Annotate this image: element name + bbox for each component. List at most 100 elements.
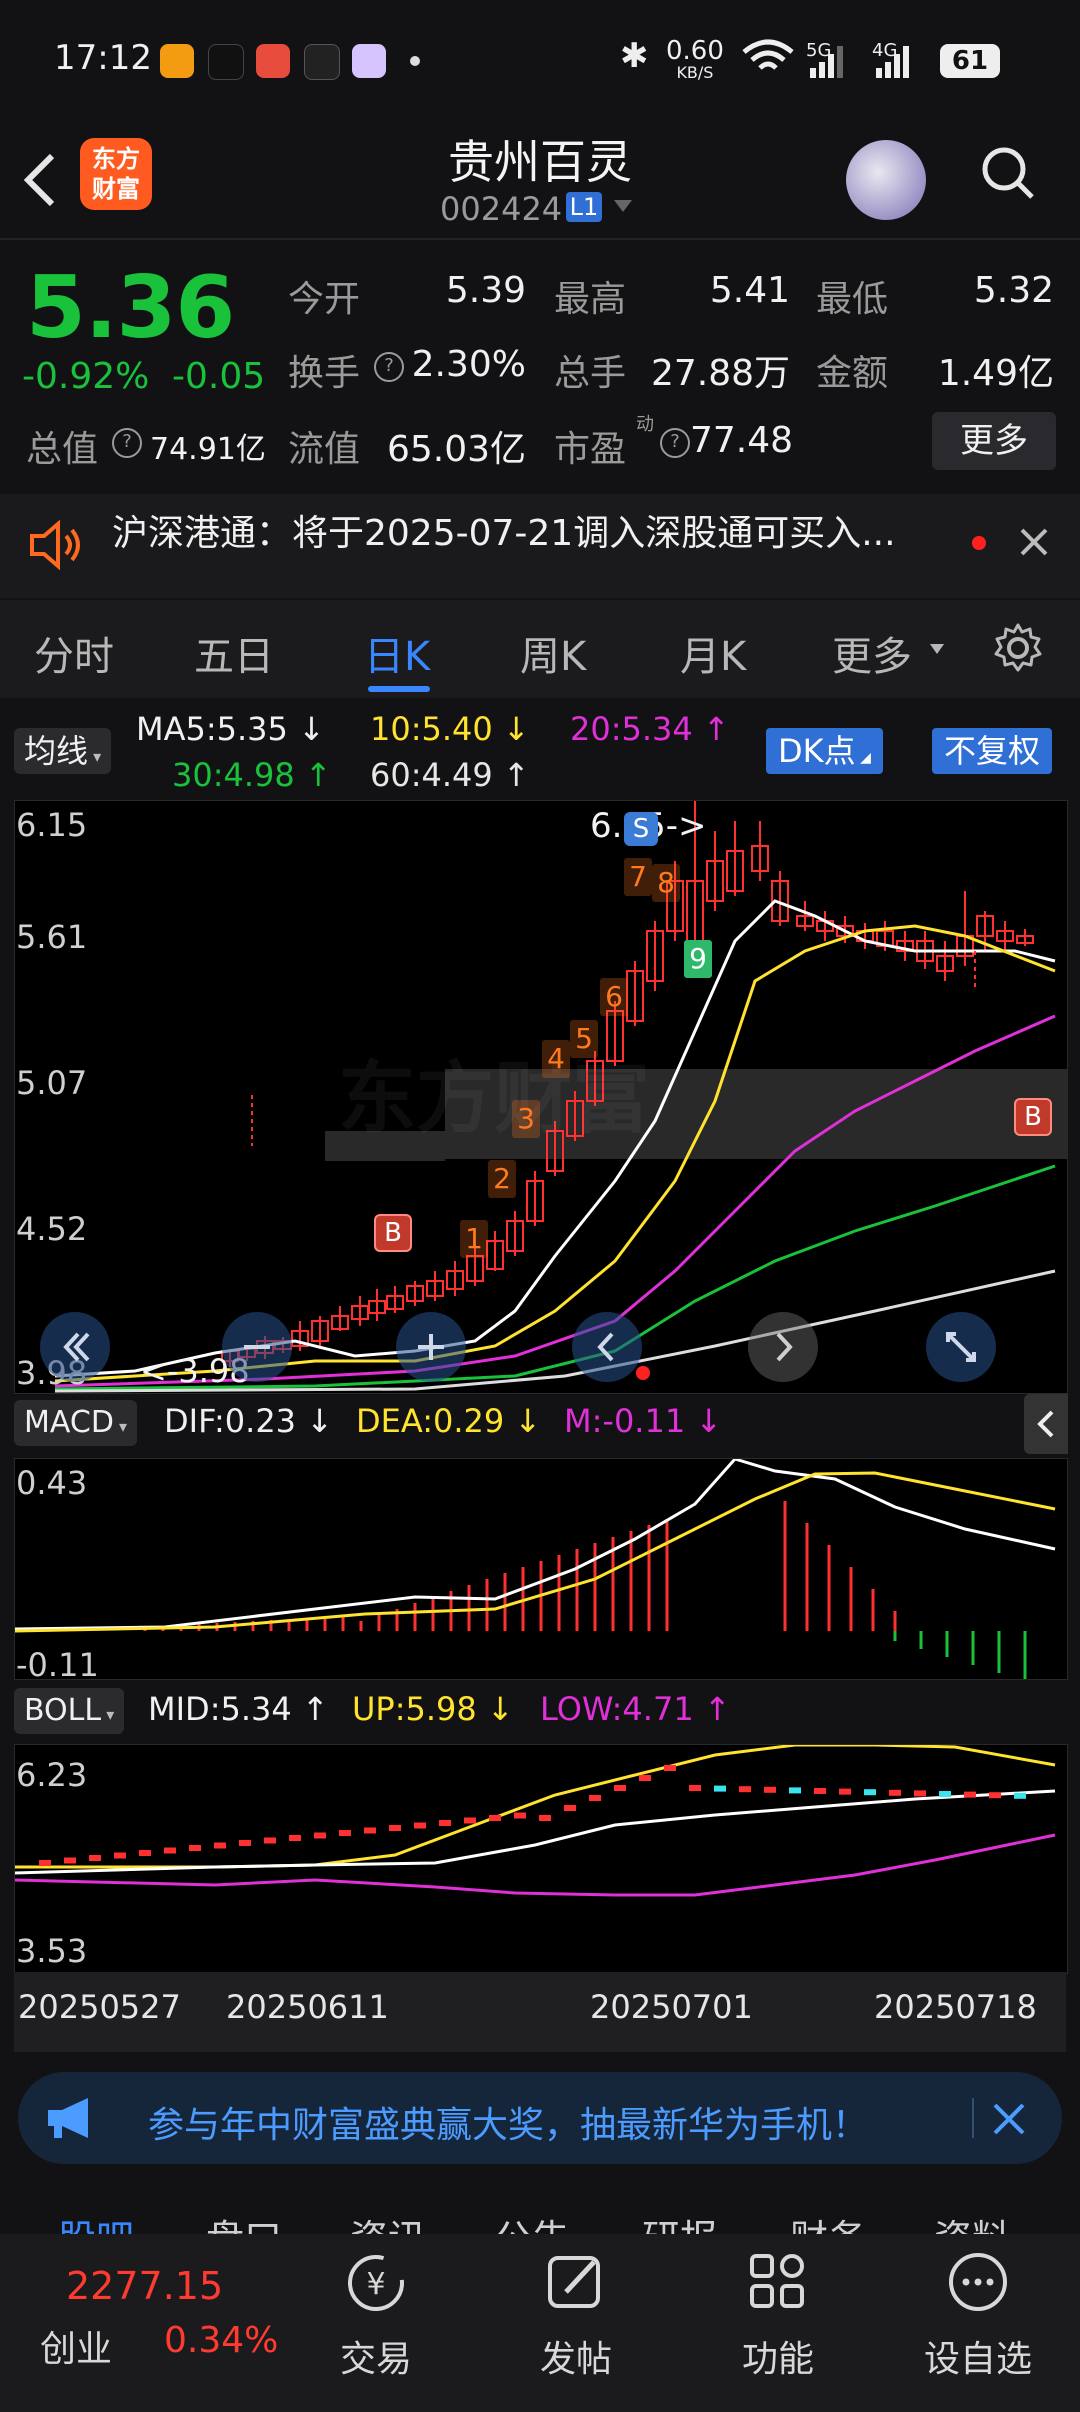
- dk-point-button[interactable]: DK点 ◢: [766, 728, 883, 774]
- index-change[interactable]: 0.34%: [164, 2320, 278, 2361]
- collapse-panel-button[interactable]: [1024, 1394, 1068, 1454]
- tab-weekly-k[interactable]: 周K: [520, 624, 586, 682]
- buy-badge[interactable]: B: [374, 1214, 412, 1252]
- gear-icon[interactable]: [992, 622, 1044, 674]
- boll-candle: [714, 1785, 726, 1792]
- ma60-legend: 60:4.49 ↑: [370, 756, 530, 794]
- boll-candle: [814, 1788, 826, 1794]
- pe-label: 市盈: [554, 429, 627, 470]
- svg-text:¥: ¥: [366, 2267, 385, 2302]
- date-label: 20250611: [226, 1988, 389, 2026]
- dot-icon: [410, 56, 420, 66]
- level-badge[interactable]: L1: [566, 192, 602, 222]
- boll-candle: [914, 1790, 926, 1797]
- edit-icon: [548, 2256, 600, 2308]
- zoom-out-button[interactable]: [222, 1312, 292, 1382]
- boll-candle: [889, 1789, 901, 1796]
- date-label: 20250527: [18, 1988, 181, 2026]
- macd-chart[interactable]: [14, 1457, 1068, 1681]
- nav-functions-label: 功能: [741, 2339, 814, 2380]
- watermark: 东方财富: [338, 1054, 651, 1144]
- divider: [972, 2098, 974, 2138]
- notice-text[interactable]: 沪深港通：将于2025-07-21调入深股通可买入...: [112, 504, 896, 556]
- subtab-announcements[interactable]: 公告: [494, 2208, 570, 2236]
- tab-daily-k[interactable]: 日K: [364, 624, 430, 682]
- signal-label: 7: [624, 858, 652, 896]
- app-icon: [304, 44, 340, 80]
- dk-button-label: DK点: [778, 732, 856, 770]
- ma30-legend: 30:4.98 ↑: [172, 756, 332, 794]
- macd-selector-label: MACD: [24, 1405, 114, 1440]
- dea-value: DEA:0.29: [356, 1402, 505, 1440]
- app-icon: [256, 44, 290, 78]
- nav-trade[interactable]: ¥ 交易: [306, 2250, 446, 2400]
- stock-code: 002424: [440, 190, 563, 228]
- macd-selector[interactable]: MACD ▾: [14, 1400, 138, 1446]
- scroll-left-fast-button[interactable]: [40, 1312, 110, 1382]
- expand-icon: [946, 1332, 976, 1362]
- signal-label: 8: [652, 864, 680, 902]
- boll-candle: [39, 1860, 51, 1866]
- float-label: 流值: [288, 429, 361, 470]
- macd-svg: [14, 1457, 1056, 1681]
- net-speed: 0.60 KB/S: [666, 36, 724, 82]
- buy-badge[interactable]: B: [1014, 1098, 1052, 1136]
- boll-candle: [1014, 1792, 1026, 1799]
- boll-candle: [489, 1815, 501, 1821]
- subtab-guba[interactable]: 股吧: [58, 2208, 134, 2236]
- tab-five-day[interactable]: 五日: [194, 624, 274, 682]
- subtab-research[interactable]: 研报: [642, 2208, 718, 2236]
- nav-post[interactable]: 发帖: [506, 2250, 646, 2400]
- tab-intraday[interactable]: 分时: [34, 624, 114, 682]
- assistant-avatar[interactable]: [846, 140, 926, 220]
- ma-selector[interactable]: 均线 ▾: [14, 728, 112, 774]
- double-chevron-left-icon: [63, 1332, 90, 1362]
- boll-y-top: 6.23: [16, 1756, 88, 1794]
- search-icon[interactable]: [980, 145, 1036, 201]
- ma5-legend: MA5:5.35 ↓: [136, 710, 325, 748]
- zoom-in-button[interactable]: [396, 1312, 466, 1382]
- scroll-right-button[interactable]: [748, 1312, 818, 1382]
- close-icon[interactable]: [992, 2102, 1026, 2136]
- subtab-profile[interactable]: 资料: [934, 2208, 1010, 2236]
- caret-down-icon[interactable]: [928, 642, 946, 656]
- high-value: 5.41: [709, 270, 790, 311]
- boll-candle: [339, 1830, 351, 1836]
- info-icon[interactable]: ?: [112, 428, 142, 458]
- fullscreen-button[interactable]: [926, 1312, 996, 1382]
- low-value: LOW:4.71: [540, 1690, 694, 1728]
- adjust-button[interactable]: 不复权: [932, 728, 1053, 774]
- boll-candle: [64, 1857, 76, 1864]
- boll-candle: [464, 1817, 476, 1824]
- signal-label: 6: [600, 978, 628, 1016]
- tab-monthly-k[interactable]: 月K: [680, 624, 746, 682]
- nav-add-watchlist[interactable]: 设自选: [908, 2250, 1048, 2400]
- subtab-news[interactable]: 资讯: [350, 2208, 426, 2236]
- boll-selector[interactable]: BOLL ▾: [14, 1688, 125, 1734]
- sell-badge[interactable]: S: [624, 812, 658, 846]
- macd-y-bottom: -0.11: [16, 1646, 99, 1684]
- promo-text[interactable]: 参与年中财富盛典赢大奖，抽最新华为手机！: [148, 2096, 868, 2148]
- info-subtabs: 股吧 盘口 资讯 公告 研报 财务 资料: [0, 2190, 1080, 2236]
- ma-selector-label: 均线: [24, 732, 89, 770]
- subtab-finance[interactable]: 财务: [790, 2208, 866, 2236]
- tab-more[interactable]: 更多: [832, 624, 912, 682]
- close-icon[interactable]: [1018, 526, 1050, 558]
- status-bar: 17:12 ✱ 0.60 KB/S 5G 4G 61: [0, 0, 1080, 120]
- dea-legend: DEA:0.29 ↓: [356, 1402, 542, 1440]
- current-price: 5.36: [26, 258, 235, 358]
- index-name[interactable]: 创业: [40, 2320, 112, 2372]
- subtab-pankou[interactable]: 盘口: [206, 2208, 282, 2236]
- boll-candle: [189, 1845, 201, 1851]
- boll-candle: [564, 1805, 576, 1811]
- boll-candle: [164, 1847, 176, 1854]
- caret-down-icon[interactable]: [612, 198, 634, 214]
- nav-functions[interactable]: 功能: [708, 2250, 848, 2400]
- more-button[interactable]: 更多: [932, 412, 1056, 470]
- divider: [0, 238, 1080, 240]
- bluetooth-icon: ✱: [620, 36, 649, 76]
- scroll-left-button[interactable]: [572, 1312, 642, 1382]
- info-icon[interactable]: ?: [660, 428, 690, 458]
- boll-chart[interactable]: [14, 1743, 1068, 1974]
- index-value[interactable]: 2277.15: [66, 2264, 223, 2308]
